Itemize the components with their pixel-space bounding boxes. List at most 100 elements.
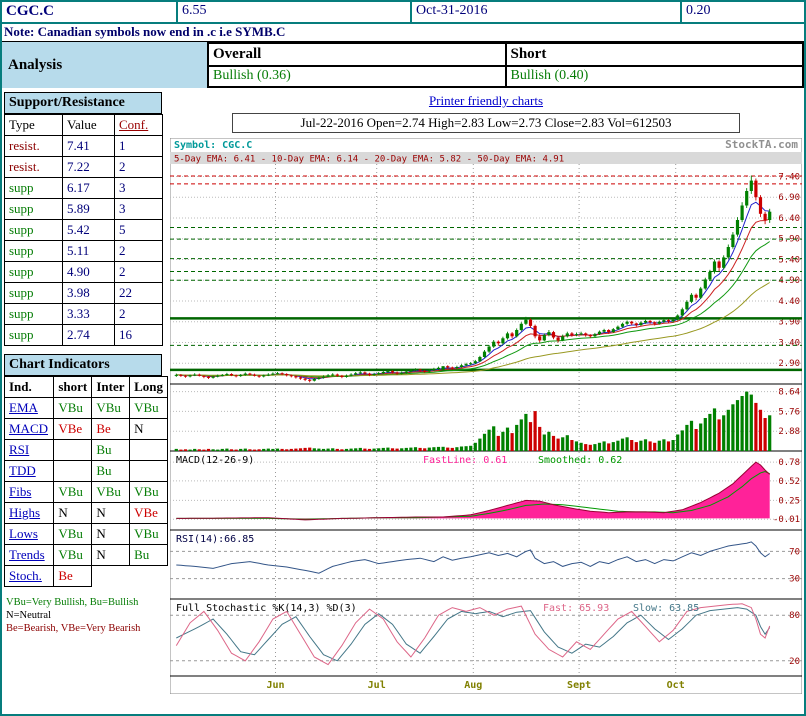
date-cell: Oct-31-2016	[412, 2, 682, 22]
svg-text:80: 80	[789, 611, 800, 621]
svg-text:Full Stochastic %K(14,3) %D(3): Full Stochastic %K(14,3) %D(3)	[176, 603, 357, 614]
indicator-rating: VBu	[54, 545, 92, 566]
svg-text:MACD(12-26-9): MACD(12-26-9)	[176, 455, 254, 466]
sr-conf: 16	[115, 325, 163, 346]
indicator-rating: N	[92, 545, 130, 566]
legend-line: Be=Bearish, VBe=Very Bearish	[6, 622, 166, 635]
price-cell: 6.55	[178, 2, 412, 22]
indicator-link-lows[interactable]: Lows	[5, 524, 54, 545]
indicator-rating: VBu	[54, 524, 92, 545]
svg-text:0.78: 0.78	[778, 458, 800, 468]
analysis-label: Analysis	[2, 42, 207, 88]
indicator-header-inter: Inter	[92, 377, 130, 398]
sr-row: supp3.9822	[5, 283, 163, 304]
indicator-link-trends[interactable]: Trends	[5, 545, 54, 566]
sr-value: 2.74	[63, 325, 115, 346]
indicator-rating: VBu	[130, 398, 168, 419]
sr-row: resist.7.411	[5, 136, 163, 157]
indicator-rating: VBu	[130, 482, 168, 503]
indicator-header-ind: Ind.	[5, 377, 54, 398]
svg-text:6.40: 6.40	[778, 214, 800, 224]
printer-friendly-link[interactable]: Printer friendly charts	[168, 93, 804, 109]
sr-conf: 1	[115, 136, 163, 157]
indicator-rating: VBe	[54, 419, 92, 440]
indicator-rating: VBe	[130, 503, 168, 524]
indicator-rating: Be	[54, 566, 92, 587]
svg-text:StockTA.com: StockTA.com	[725, 138, 798, 151]
support-resistance-table: TypeValueConf.resist.7.411resist.7.222su…	[4, 114, 163, 346]
sr-conf: 2	[115, 157, 163, 178]
indicator-row: HighsNNVBe	[5, 503, 168, 524]
sr-row: supp5.425	[5, 220, 163, 241]
indicator-rating: N	[54, 503, 92, 524]
stock-chart-image: Symbol: CGC.C StockTA.com 5-Day EMA: 6.41 …	[170, 138, 804, 694]
svg-text:70: 70	[789, 547, 800, 557]
indicator-row: TrendsVBuNBu	[5, 545, 168, 566]
indicator-link-stoch[interactable]: Stoch.	[5, 566, 54, 587]
indicator-rating: VBu	[54, 482, 92, 503]
symbol-cell: CGC.C	[2, 2, 178, 22]
indicator-header-short: short	[54, 377, 92, 398]
indicator-rating: Bu	[92, 440, 130, 461]
sr-type: supp	[5, 199, 63, 220]
svg-text:5-Day EMA: 6.41 - 10-Day EMA:: 5-Day EMA: 6.41 - 10-Day EMA: 6.14 - 20-…	[174, 155, 564, 165]
indicator-rating: Bu	[92, 461, 130, 482]
note-bar: Note: Canadian symbols now end in .c i.e…	[2, 24, 804, 42]
svg-text:0.25: 0.25	[778, 496, 800, 506]
indicator-rating	[130, 461, 168, 482]
indicator-link-rsi[interactable]: RSI	[5, 440, 54, 461]
indicator-row: TDD Bu	[5, 461, 168, 482]
svg-text:Jul: Jul	[368, 680, 386, 691]
main-area: Support/Resistance TypeValueConf.resist.…	[2, 88, 804, 694]
indicator-row: LowsVBuNVBu	[5, 524, 168, 545]
sr-conf: 2	[115, 304, 163, 325]
indicator-rating: VBu	[92, 398, 130, 419]
sr-type: supp	[5, 325, 63, 346]
sr-value: 5.42	[63, 220, 115, 241]
analysis-overall-value: Bullish (0.36)	[208, 66, 506, 87]
indicator-link-fibs[interactable]: Fibs	[5, 482, 54, 503]
stock-chart-svg: Symbol: CGC.C StockTA.com 5-Day EMA: 6.41 …	[170, 138, 802, 694]
legend-line: VBu=Very Bullish, Bu=Bullish	[6, 596, 166, 609]
sr-conf: 3	[115, 199, 163, 220]
indicator-link-ema[interactable]: EMA	[5, 398, 54, 419]
indicator-rating: VBu	[130, 524, 168, 545]
svg-text:Symbol: CGC.C: Symbol: CGC.C	[174, 140, 252, 151]
support-resistance-title: Support/Resistance	[4, 92, 162, 114]
sr-row: resist.7.222	[5, 157, 163, 178]
chart-indicators-table: Ind.shortInterLongEMAVBuVBuVBuMACDVBeBeN…	[4, 376, 168, 587]
chart-indicators-title: Chart Indicators	[4, 354, 162, 376]
svg-text:20: 20	[789, 657, 800, 667]
indicator-link-highs[interactable]: Highs	[5, 503, 54, 524]
quote-header: CGC.C 6.55 Oct-31-2016 0.20	[2, 2, 804, 24]
stockta-page: CGC.C 6.55 Oct-31-2016 0.20 Note: Canadi…	[0, 0, 806, 716]
indicator-rating	[130, 440, 168, 461]
indicator-row: FibsVBuVBuVBu	[5, 482, 168, 503]
indicator-link-tdd[interactable]: TDD	[5, 461, 54, 482]
svg-text:5.90: 5.90	[778, 235, 800, 245]
svg-text:3.40: 3.40	[778, 339, 800, 349]
svg-text:6.90: 6.90	[778, 193, 800, 203]
svg-text:Fast: 65.93: Fast: 65.93	[543, 603, 609, 614]
indicator-rating: N	[92, 524, 130, 545]
indicator-rating: N	[130, 419, 168, 440]
sr-value: 3.33	[63, 304, 115, 325]
sr-value: 5.11	[63, 241, 115, 262]
sr-type: supp	[5, 262, 63, 283]
sr-row: supp3.332	[5, 304, 163, 325]
chart-column: Printer friendly charts Jul-22-2016 Open…	[168, 88, 804, 694]
sr-type: supp	[5, 220, 63, 241]
svg-text:8.64: 8.64	[778, 388, 800, 398]
analysis-section: Analysis Overall Short Bullish (0.36) Bu…	[2, 42, 804, 88]
svg-text:2.90: 2.90	[778, 359, 800, 369]
analysis-col-overall: Overall	[208, 43, 506, 66]
sr-type: supp	[5, 283, 63, 304]
sidebar: Support/Resistance TypeValueConf.resist.…	[2, 88, 168, 694]
sr-conf: 22	[115, 283, 163, 304]
sr-header-conf[interactable]: Conf.	[115, 115, 163, 136]
svg-text:-0.01: -0.01	[773, 515, 800, 525]
svg-text:2.88: 2.88	[778, 427, 800, 437]
sr-value: 5.89	[63, 199, 115, 220]
indicator-link-macd[interactable]: MACD	[5, 419, 54, 440]
sr-conf: 5	[115, 220, 163, 241]
